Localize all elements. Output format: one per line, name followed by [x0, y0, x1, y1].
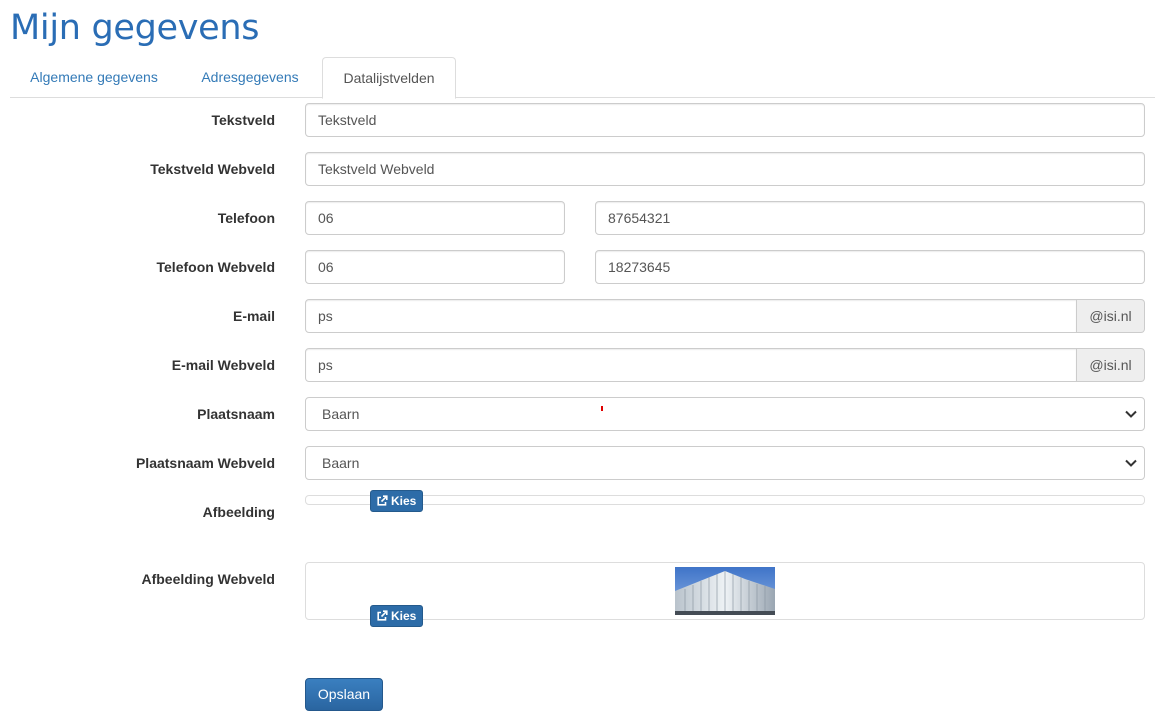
tekstveld-input[interactable]	[305, 103, 1145, 137]
plaatsnaam-label: Plaatsnaam	[197, 406, 275, 422]
tab-algemene-gegevens[interactable]: Algemene gegevens	[10, 57, 178, 98]
tekstveld-webveld-label: Tekstveld Webveld	[150, 161, 275, 177]
email-label: E-mail	[232, 308, 275, 324]
email-input[interactable]	[305, 299, 1077, 333]
afbeelding-label: Afbeelding	[202, 504, 275, 520]
telefoon-number-input[interactable]	[595, 201, 1145, 235]
page: Mijn gegevens Algemene gegevens Adresgeg…	[0, 0, 1161, 724]
telefoon-label: Telefoon	[217, 210, 275, 226]
email-webveld-domain-addon: @isi.nl	[1077, 348, 1145, 382]
afbeelding-webveld-kies-label: Kies	[391, 609, 417, 623]
afbeelding-webveld-thumbnail	[675, 567, 775, 615]
page-title: Mijn gegevens	[10, 8, 260, 48]
afbeelding-kies-button[interactable]: Kies	[370, 490, 424, 512]
telefoon-webveld-label: Telefoon Webveld	[156, 259, 276, 275]
email-domain-addon: @isi.nl	[1077, 299, 1145, 333]
plaatsnaam-webveld-label: Plaatsnaam Webveld	[135, 455, 275, 471]
email-webveld-label: E-mail Webveld	[171, 357, 275, 373]
plaatsnaam-webveld-select[interactable]: Baarn	[305, 446, 1145, 480]
plaatsnaam-select[interactable]: Baarn	[305, 397, 1145, 431]
telefoon-prefix-input[interactable]	[305, 201, 565, 235]
plaatsnaam-selected-value: Baarn	[322, 406, 360, 422]
save-button[interactable]: Opslaan	[305, 678, 383, 711]
chevron-down-icon	[1125, 410, 1137, 418]
afbeelding-kies-label: Kies	[391, 494, 417, 508]
afbeelding-webveld-label: Afbeelding Webveld	[141, 571, 275, 587]
chevron-down-icon	[1125, 459, 1137, 467]
telefoon-webveld-prefix-input[interactable]	[305, 250, 565, 284]
tab-datalijstvelden[interactable]: Datalijstvelden	[322, 57, 456, 99]
red-mark	[601, 406, 603, 411]
afbeelding-webveld-kies-button[interactable]: Kies	[370, 605, 424, 627]
telefoon-webveld-number-input[interactable]	[595, 250, 1145, 284]
tekstveld-webveld-input[interactable]	[305, 152, 1145, 186]
tekstveld-label: Tekstveld	[211, 112, 275, 128]
external-link-icon	[377, 610, 388, 621]
plaatsnaam-webveld-selected-value: Baarn	[322, 455, 360, 471]
external-link-icon	[377, 495, 388, 506]
afbeelding-preview-box	[305, 495, 1145, 505]
tab-bar: Algemene gegevens Adresgegevens Datalijs…	[10, 57, 1155, 99]
tab-adresgegevens[interactable]: Adresgegevens	[178, 57, 322, 98]
email-webveld-input[interactable]	[305, 348, 1077, 382]
